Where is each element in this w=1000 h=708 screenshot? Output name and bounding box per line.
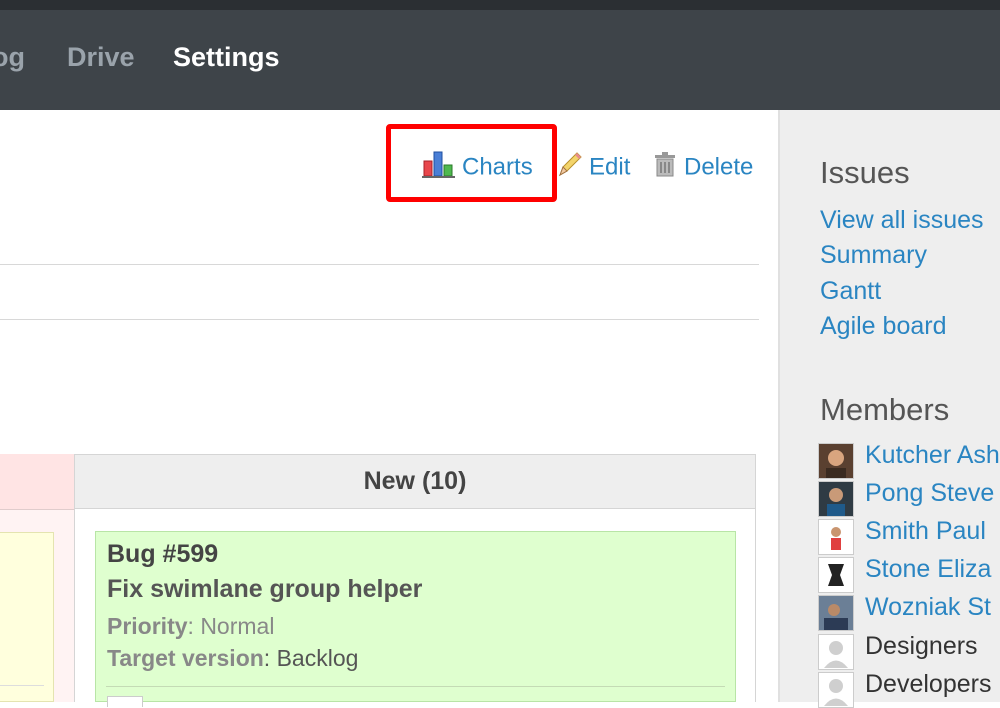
issue-title[interactable]: Fix swimlane group helper (107, 575, 422, 604)
card-divider (106, 686, 725, 687)
divider (0, 264, 759, 265)
issue-id[interactable]: Bug #599 (107, 540, 218, 569)
group-avatar-icon (818, 672, 854, 708)
pencil-icon (557, 150, 583, 185)
sidebar-link-summary[interactable]: Summary (820, 241, 927, 270)
avatar (818, 519, 854, 555)
member-name[interactable]: Stone Eliza (865, 555, 991, 584)
group-name: Developers (865, 670, 992, 698)
group-name: Designers (865, 632, 978, 660)
board-column-header-new: New (10) (74, 454, 756, 509)
member-name[interactable]: Wozniak St (865, 593, 991, 622)
avatar (818, 557, 854, 593)
avatar (818, 595, 854, 631)
issue-field-priority: Priority: Normal (107, 613, 275, 639)
edit-label: Edit (589, 153, 631, 181)
nav-blog[interactable]: og (0, 42, 25, 73)
avatar (818, 443, 854, 479)
board-column-header-previous (0, 454, 74, 510)
charts-highlight-box (386, 124, 557, 202)
member-name[interactable]: Kutcher Ash (865, 441, 1000, 470)
sidebar-link-view-all-issues[interactable]: View all issues (820, 206, 984, 235)
delete-link[interactable]: Delete (652, 150, 754, 181)
delete-label: Delete (684, 153, 754, 181)
avatar (818, 481, 854, 517)
member-name[interactable]: Pong Steve (865, 479, 994, 508)
nav-drive[interactable]: Drive (67, 42, 135, 73)
card-divider (0, 685, 44, 686)
member-name[interactable]: Smith Paul (865, 517, 986, 546)
divider (0, 319, 759, 320)
sidebar-link-agile-board[interactable]: Agile board (820, 312, 946, 341)
main-header (0, 10, 1000, 110)
sidebar-link-gantt[interactable]: Gantt (820, 277, 881, 306)
trash-icon (652, 150, 678, 185)
edit-link[interactable]: Edit (557, 150, 631, 181)
nav-settings[interactable]: Settings (173, 42, 280, 73)
top-menu-bar (0, 0, 1000, 10)
sidebar-members-title: Members (820, 392, 950, 427)
group-avatar-icon (818, 634, 854, 670)
issue-card-partial[interactable] (0, 532, 54, 702)
sidebar-issues-title: Issues (820, 155, 910, 190)
issue-field-target-version: Target version: Backlog (107, 645, 359, 671)
